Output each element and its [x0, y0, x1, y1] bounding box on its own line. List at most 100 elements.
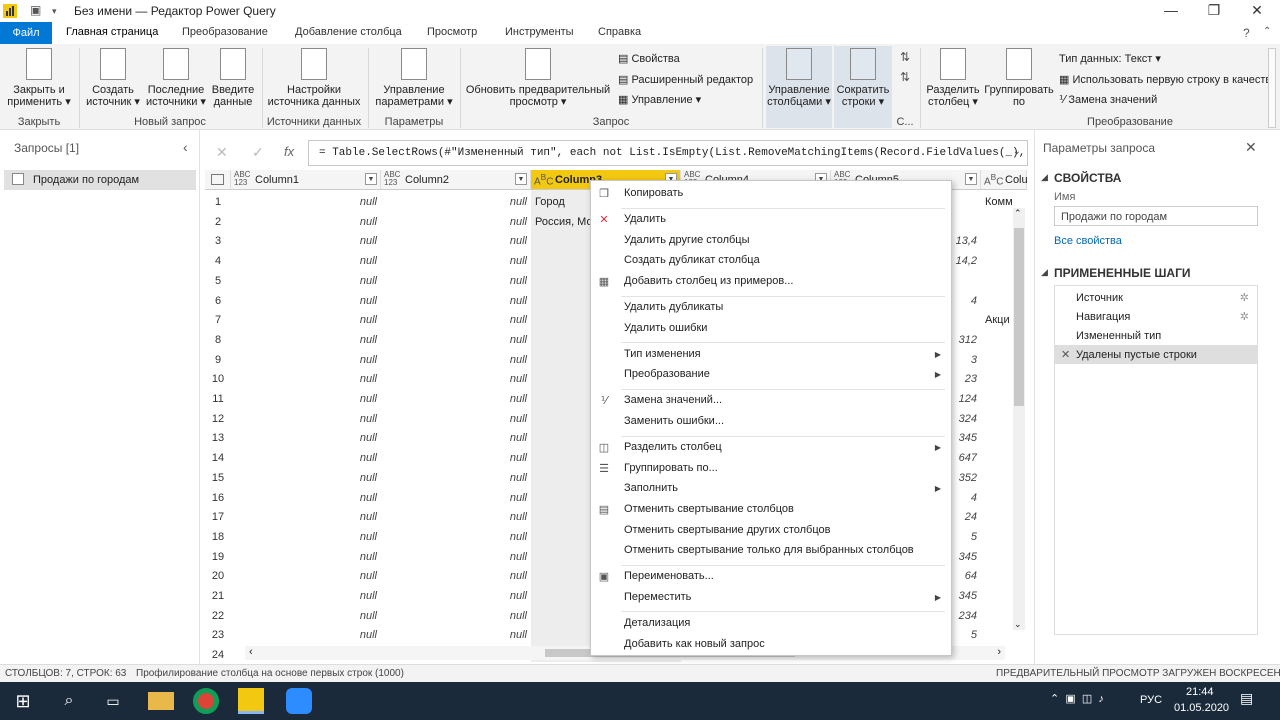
table-cell[interactable]: null: [231, 354, 377, 366]
confirm-formula-icon[interactable]: ✓: [252, 144, 264, 161]
quick-access-dropdown-icon[interactable]: ▾: [52, 6, 57, 17]
formula-text[interactable]: = Table.SelectRows(#"Измененный тип", ea…: [319, 147, 1025, 159]
table-cell[interactable]: null: [231, 235, 377, 247]
refresh-preview-button[interactable]: Обновить предварительный просмотр ▾: [464, 48, 612, 108]
menu-item[interactable]: Переместить ▶: [591, 590, 951, 608]
table-cell[interactable]: null: [381, 196, 527, 208]
vertical-scrollbar[interactable]: ⌃ ⌄: [1013, 208, 1025, 630]
restore-button[interactable]: ❐: [1194, 2, 1234, 19]
column-header[interactable]: ABC Colu: [981, 170, 1027, 190]
menu-item[interactable]: Заменить ошибки...: [591, 414, 951, 432]
use-first-row-button[interactable]: ▦ Использовать первую строку в качеств: [1059, 73, 1269, 86]
table-cell[interactable]: null: [381, 452, 527, 464]
language-indicator[interactable]: РУС: [1140, 694, 1162, 706]
system-tray-icons[interactable]: ⌃ ▣ ◫ ♪: [1050, 692, 1104, 705]
notifications-icon[interactable]: ▤: [1240, 690, 1253, 707]
delete-step-icon[interactable]: ✕: [1061, 348, 1070, 361]
step-item[interactable]: Навигация ✲: [1055, 307, 1257, 326]
table-cell[interactable]: null: [231, 275, 377, 287]
reduce-rows-button[interactable]: Сократить строки ▾: [834, 48, 892, 108]
manage-columns-button[interactable]: Управление столбцами ▾: [766, 48, 832, 108]
filter-dropdown-icon[interactable]: ▼: [365, 173, 377, 185]
tab-view[interactable]: Просмотр: [427, 26, 477, 38]
menu-item[interactable]: Переименовать... ▣: [591, 569, 951, 587]
menu-item[interactable]: Отменить свертывание столбцов ▤: [591, 502, 951, 520]
enter-data-button[interactable]: Введите данные: [209, 48, 257, 108]
column-header[interactable]: ABC 123 Column1 ▼: [231, 170, 381, 190]
table-cell[interactable]: null: [231, 452, 377, 464]
close-apply-button[interactable]: Закрыть и применить ▾: [4, 48, 74, 108]
table-cell[interactable]: null: [381, 511, 527, 523]
table-cell[interactable]: null: [231, 295, 377, 307]
clock-date[interactable]: 01.05.2020: [1174, 702, 1229, 714]
menu-item[interactable]: Группировать по... ☰: [591, 461, 951, 479]
menu-item[interactable]: Отменить свертывание только для выбранны…: [591, 543, 951, 561]
table-cell[interactable]: null: [381, 531, 527, 543]
table-cell[interactable]: null: [381, 551, 527, 563]
table-cell[interactable]: null: [231, 216, 377, 228]
windows-start-icon[interactable]: ⊞: [10, 688, 36, 714]
table-cell[interactable]: null: [231, 610, 377, 622]
ribbon-scroll[interactable]: [1268, 48, 1276, 128]
data-type-dropdown[interactable]: Тип данных: Текст ▾: [1059, 52, 1161, 65]
table-cell[interactable]: null: [231, 531, 377, 543]
tab-home[interactable]: Главная страница: [66, 26, 158, 38]
table-cell[interactable]: null: [381, 570, 527, 582]
table-cell[interactable]: null: [381, 393, 527, 405]
table-cell[interactable]: null: [381, 216, 527, 228]
tab-tools[interactable]: Инструменты: [505, 26, 574, 38]
table-cell[interactable]: null: [381, 629, 527, 641]
menu-item[interactable]: Удалить ✕: [591, 212, 951, 230]
gear-icon[interactable]: ✲: [1240, 310, 1249, 323]
scroll-up-icon[interactable]: ⌃: [1014, 208, 1022, 219]
collapse-queries-icon[interactable]: ‹: [183, 139, 188, 155]
table-cell[interactable]: null: [381, 610, 527, 622]
advanced-editor-button[interactable]: ▤ Расширенный редактор: [618, 73, 753, 86]
table-cell[interactable]: null: [231, 393, 377, 405]
table-cell[interactable]: null: [381, 354, 527, 366]
tab-transform[interactable]: Преобразование: [182, 26, 268, 38]
cancel-formula-icon[interactable]: ✕: [216, 144, 228, 161]
minimize-button[interactable]: —: [1151, 2, 1191, 18]
manage-parameters-button[interactable]: Управление параметрами ▾: [374, 48, 454, 108]
table-cell[interactable]: null: [381, 235, 527, 247]
table-cell[interactable]: null: [381, 590, 527, 602]
filter-dropdown-icon[interactable]: ▼: [515, 173, 527, 185]
menu-item[interactable]: Преобразование ▶: [591, 367, 951, 385]
menu-item[interactable]: Копировать ❐: [591, 186, 951, 204]
chrome-icon[interactable]: [193, 688, 219, 714]
scroll-down-icon[interactable]: ⌄: [1014, 619, 1022, 630]
sort-descending-icon[interactable]: ⇅: [900, 70, 910, 84]
name-input[interactable]: Продажи по городам: [1054, 206, 1258, 226]
table-cell[interactable]: null: [231, 492, 377, 504]
table-cell[interactable]: null: [381, 314, 527, 326]
table-cell[interactable]: null: [231, 413, 377, 425]
tab-file[interactable]: Файл: [0, 22, 52, 44]
table-cell[interactable]: Комм: [985, 196, 1025, 208]
search-icon[interactable]: ⌕: [56, 688, 82, 714]
table-cell[interactable]: null: [231, 432, 377, 444]
fx-icon[interactable]: fx: [284, 144, 294, 159]
tab-help[interactable]: Справка: [598, 26, 641, 38]
menu-item[interactable]: Удалить другие столбцы: [591, 233, 951, 251]
close-settings-icon[interactable]: ✕: [1245, 139, 1257, 156]
menu-item[interactable]: Добавить столбец из примеров... ▦: [591, 274, 951, 292]
status-profiling[interactable]: Профилирование столбца на основе первых …: [136, 668, 404, 679]
file-explorer-icon[interactable]: [148, 692, 174, 710]
clock-time[interactable]: 21:44: [1186, 686, 1214, 698]
scroll-thumb[interactable]: [1014, 228, 1024, 406]
properties-button[interactable]: ▤ Свойства: [618, 52, 680, 65]
menu-item[interactable]: Отменить свертывание других столбцов: [591, 523, 951, 541]
filter-dropdown-icon[interactable]: ▼: [965, 173, 977, 185]
query-item[interactable]: Продажи по городам: [4, 170, 196, 190]
save-icon[interactable]: ▣: [30, 3, 41, 17]
column-header[interactable]: ABC 123 Column2 ▼: [381, 170, 531, 190]
zoom-icon[interactable]: [286, 688, 312, 714]
collapse-ribbon-icon[interactable]: ⌃: [1263, 26, 1271, 37]
table-cell[interactable]: null: [231, 196, 377, 208]
scroll-right-icon[interactable]: ›: [997, 646, 1001, 658]
step-item[interactable]: Источник ✲: [1055, 288, 1257, 307]
split-column-button[interactable]: Разделить столбец ▾: [924, 48, 982, 108]
table-cell[interactable]: null: [381, 255, 527, 267]
powerbi-taskbar-icon[interactable]: [238, 688, 264, 714]
